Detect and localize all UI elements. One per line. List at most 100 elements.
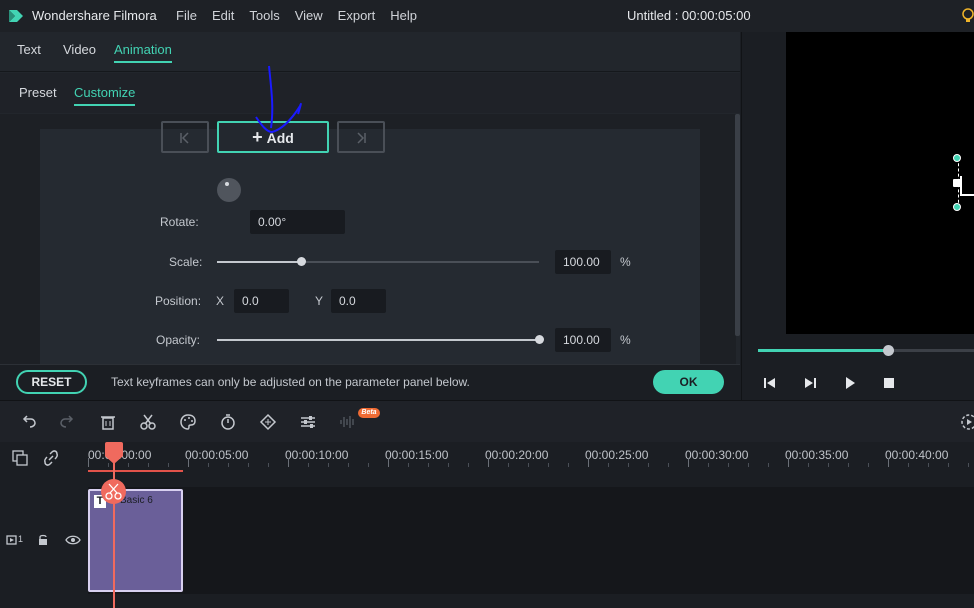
resize-handle-top[interactable] xyxy=(953,154,961,162)
ruler-minor-tick xyxy=(268,463,269,467)
ruler-minor-tick xyxy=(628,463,629,467)
filmora-logo-icon xyxy=(9,10,23,22)
ruler-minor-tick xyxy=(648,463,649,467)
menu-help[interactable]: Help xyxy=(390,8,417,23)
ruler-major-tick xyxy=(588,458,589,467)
previous-keyframe-button[interactable] xyxy=(161,121,209,153)
preview-screen[interactable] xyxy=(786,32,974,334)
ruler-minor-tick xyxy=(568,463,569,467)
color-palette-icon[interactable] xyxy=(179,413,197,431)
keyframe-diamond-icon[interactable] xyxy=(259,413,277,431)
ruler-tick-label: 00:00:10:00 xyxy=(285,448,349,462)
adjust-sliders-icon[interactable] xyxy=(299,413,317,431)
ruler-tick-label: 00:00:05:00 xyxy=(185,448,249,462)
ruler-minor-tick xyxy=(928,463,929,467)
ruler-minor-tick xyxy=(428,463,429,467)
ruler-minor-tick xyxy=(368,463,369,467)
keyframe-hint-text: Text keyframes can only be adjusted on t… xyxy=(111,375,470,389)
text-overlay-glyph xyxy=(960,176,974,196)
text-clip[interactable]: T Basic 6 xyxy=(88,489,183,592)
tab-text[interactable]: Text xyxy=(17,42,41,61)
ruler-minor-tick xyxy=(448,463,449,467)
ruler-minor-tick xyxy=(868,463,869,467)
rotate-field[interactable]: 0.00° xyxy=(250,210,345,234)
ruler-minor-tick xyxy=(968,463,969,467)
ruler-minor-tick xyxy=(328,463,329,467)
playhead-line[interactable] xyxy=(113,452,115,608)
next-frame-icon[interactable] xyxy=(802,375,818,391)
ruler-tick-label: 00:00:40:00 xyxy=(885,448,949,462)
menu-edit[interactable]: Edit xyxy=(212,8,234,23)
ruler-minor-tick xyxy=(548,463,549,467)
ruler-minor-tick xyxy=(348,463,349,467)
tab-customize[interactable]: Customize xyxy=(74,85,136,106)
ruler-major-tick xyxy=(288,458,289,467)
track-header: 1 xyxy=(0,487,88,594)
time-ruler[interactable]: 00:00:00:00 00:00:05:00 00:00:10:00 00:0… xyxy=(88,442,974,470)
playhead-pointer xyxy=(105,456,123,464)
scale-field[interactable]: 100.00 xyxy=(555,250,611,274)
tab-video[interactable]: Video xyxy=(63,42,96,61)
delete-icon[interactable] xyxy=(99,413,117,431)
ruler-minor-tick xyxy=(748,463,749,467)
previous-keyframe-icon xyxy=(180,132,189,144)
scissors-icon[interactable] xyxy=(139,413,157,431)
ruler-minor-tick xyxy=(228,463,229,467)
ruler-major-tick xyxy=(488,458,489,467)
menu-tools[interactable]: Tools xyxy=(249,8,279,23)
tab-preset[interactable]: Preset xyxy=(19,85,57,104)
position-x-field[interactable]: 0.0 xyxy=(234,289,289,313)
eye-icon[interactable] xyxy=(65,534,81,546)
play-icon[interactable] xyxy=(842,375,858,391)
audio-waveform-icon[interactable] xyxy=(339,413,357,431)
split-scissors-button[interactable] xyxy=(101,479,126,504)
ruler-minor-tick xyxy=(808,463,809,467)
resize-handle-bottom[interactable] xyxy=(953,203,961,211)
opacity-slider-knob[interactable] xyxy=(535,335,544,344)
position-y-label: Y xyxy=(315,294,324,308)
ruler-minor-tick xyxy=(168,463,169,467)
redo-icon[interactable] xyxy=(59,413,77,431)
next-keyframe-button[interactable] xyxy=(337,121,385,153)
rotate-dial[interactable] xyxy=(217,178,241,202)
previous-frame-icon[interactable] xyxy=(762,375,778,391)
ruler-tick-label: 00:00:35:00 xyxy=(785,448,849,462)
opacity-label: Opacity: xyxy=(156,333,201,347)
ruler-minor-tick xyxy=(908,463,909,467)
menu-file[interactable]: File xyxy=(176,8,197,23)
ruler-minor-tick xyxy=(608,463,609,467)
render-preview-icon[interactable] xyxy=(960,413,974,431)
menu-view[interactable]: View xyxy=(295,8,323,23)
next-keyframe-icon xyxy=(357,132,366,144)
lightbulb-icon[interactable] xyxy=(960,7,974,25)
document-title: Untitled : 00:00:05:00 xyxy=(627,8,751,23)
add-track-icon[interactable] xyxy=(11,449,29,467)
preview-panel xyxy=(741,32,974,400)
link-icon[interactable] xyxy=(42,449,60,467)
opacity-field[interactable]: 100.00 xyxy=(555,328,611,352)
ok-button[interactable]: OK xyxy=(653,370,724,394)
main-tabs: Text Video Animation xyxy=(0,32,740,72)
tab-animation[interactable]: Animation xyxy=(114,42,172,63)
ruler-major-tick xyxy=(188,458,189,467)
work-area-range xyxy=(88,470,183,472)
lock-icon[interactable] xyxy=(35,534,51,546)
menu-export[interactable]: Export xyxy=(338,8,376,23)
resize-handle-middle[interactable] xyxy=(953,179,961,187)
add-keyframe-button[interactable]: + Add xyxy=(217,121,329,153)
timeline-toolbar: Beta xyxy=(0,400,974,442)
timeline-bottom-strip xyxy=(0,594,974,608)
ruler-minor-tick xyxy=(208,463,209,467)
stop-icon[interactable] xyxy=(881,375,897,391)
opacity-slider-fill xyxy=(217,339,539,341)
position-y-field[interactable]: 0.0 xyxy=(331,289,386,313)
reset-button[interactable]: RESET xyxy=(16,370,87,394)
undo-icon[interactable] xyxy=(19,413,37,431)
playhead-handle[interactable] xyxy=(105,442,123,456)
ruler-minor-tick xyxy=(828,463,829,467)
panel-scrollbar[interactable] xyxy=(735,114,740,336)
scale-slider-knob[interactable] xyxy=(297,257,306,266)
ruler-major-tick xyxy=(388,458,389,467)
speed-timer-icon[interactable] xyxy=(219,413,237,431)
preview-progress-knob[interactable] xyxy=(883,345,894,356)
